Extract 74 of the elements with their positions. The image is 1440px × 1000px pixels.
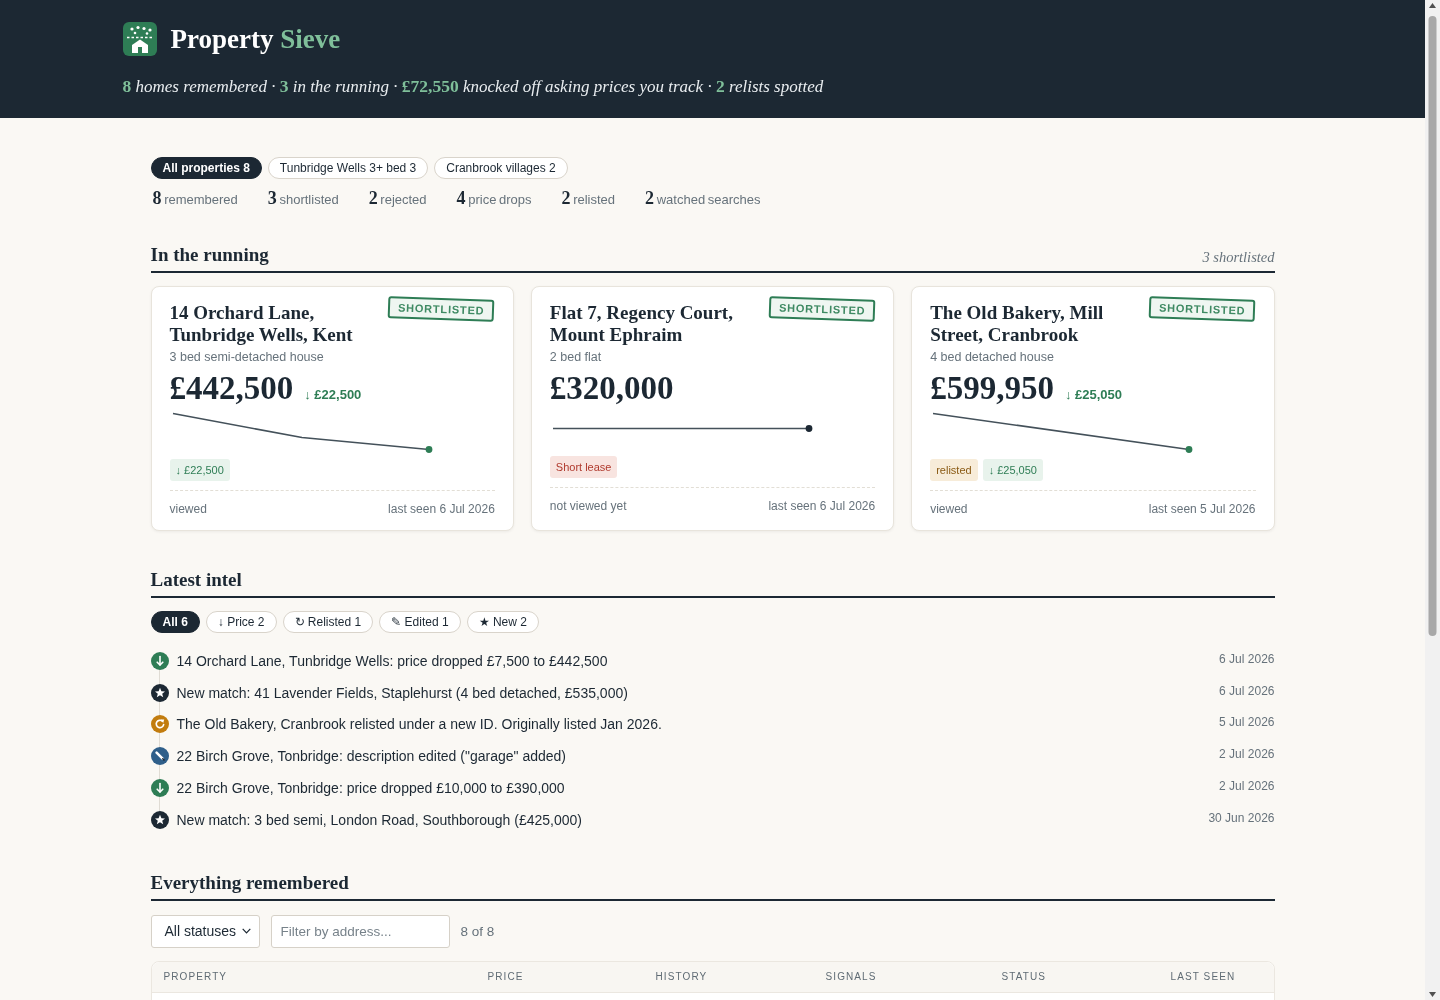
- property-card[interactable]: Flat 7, Regency Court, Mount Ephraim SHORTLISTED 2 bed flat £320,000 Short lease not viewed yet last seen 6 Jul 2026: [530, 286, 895, 531]
- section-title: Latest intel: [150, 569, 242, 591]
- intel-item-text: New match: 41 Lavender Fields, Staplehurst (4 bed detached, £535,000): [176, 684, 628, 701]
- column-header: SIGNALS: [825, 971, 878, 983]
- saved-view-tab[interactable]: Tunbridge Wells 3+ bed 3: [267, 157, 429, 179]
- column-header: PRICE: [487, 971, 525, 983]
- intel-item-text: The Old Bakery, Cranbrook relisted under a new ID. Originally listed Jan 2026.: [176, 716, 662, 733]
- price-text: £599,950: [930, 371, 1054, 405]
- relisted-label: relisted: [930, 459, 978, 481]
- stat-text: 2 watched searches: [645, 188, 761, 209]
- arrow-down-icon: [150, 651, 169, 670]
- saved-view-tab[interactable]: All properties 8: [150, 157, 262, 179]
- last-seen-text: last seen 6 Jul 2026: [768, 499, 876, 513]
- property-type: 2 bed flat: [549, 350, 603, 364]
- section-count: 3 shortlisted: [1202, 249, 1275, 266]
- price-drop-text: ↓ £25,050: [1064, 387, 1122, 402]
- intel-filter-tab[interactable]: All 6: [150, 611, 200, 633]
- app-title: Property Sieve: [170, 23, 341, 56]
- intel-date: 5 Jul 2026: [1219, 715, 1275, 730]
- property-card[interactable]: 14 Orchard Lane, Tunbridge Wells, Kent SHORTLISTED 3 bed semi-detached house £442,500 ↓ £22,500 ↓ £22,500 viewed last seen 6 Jul 2026: [150, 286, 514, 531]
- property-card[interactable]: The Old Bakery, Mill Street, Cranbrook SHORTLISTED 4 bed detached house £599,950 ↓ £25,050 relisted ↓ £25,050 viewed last seen 5 Jul 2026: [911, 286, 1275, 531]
- property-type: 4 bed detached house: [930, 350, 1055, 364]
- intel-date: 6 Jul 2026: [1219, 683, 1275, 698]
- chevron-down-icon: [241, 928, 251, 935]
- viewing-status: viewed: [930, 502, 968, 516]
- summary-text: 8 homes remembered · 3 in the running · £72,550 knocked off asking prices you track · 2 relists spotted: [122, 76, 825, 97]
- pencil-icon: [150, 747, 169, 766]
- result-count: 8 of 8: [460, 923, 495, 939]
- status-stamp: SHORTLISTED: [1148, 296, 1256, 322]
- column-header: STATUS: [1001, 971, 1048, 983]
- intel-item-text: New match: 3 bed semi, London Road, Southborough (£425,000): [176, 811, 582, 828]
- address-filter-field[interactable]: Filter by address...: [270, 914, 450, 948]
- card-title: The Old Bakery, Mill Street, Cranbrook: [930, 302, 1105, 346]
- status-select[interactable]: All statuses: [150, 914, 260, 948]
- section-title: Everything remembered: [150, 871, 349, 894]
- status-stamp: SHORTLISTED: [388, 296, 496, 322]
- warning-label: Short lease: [549, 456, 618, 478]
- intel-filter-tab[interactable]: ✎ Edited 1: [379, 611, 461, 633]
- stat-text: 2 rejected: [368, 188, 427, 209]
- stat-text: 2 relisted: [561, 188, 616, 209]
- price-drop-label: ↓ £22,500: [169, 459, 230, 481]
- intel-date: 6 Jul 2026: [1219, 651, 1275, 666]
- stat-text: 4 price drops: [456, 188, 532, 209]
- intel-date: 2 Jul 2026: [1219, 779, 1275, 794]
- card-title: 14 Orchard Lane, Tunbridge Wells, Kent: [169, 302, 354, 346]
- saved-view-tab[interactable]: Cranbrook villages 2: [434, 157, 568, 179]
- intel-date: 2 Jul 2026: [1219, 747, 1275, 762]
- logo-icon: [122, 22, 157, 56]
- price-text: £442,500: [169, 371, 294, 405]
- intel-date: 30 Jun 2026: [1208, 810, 1275, 825]
- arrow-down-icon: [150, 779, 169, 798]
- property-type: 3 bed semi-detached house: [169, 350, 325, 364]
- status-stamp: SHORTLISTED: [768, 296, 876, 322]
- viewing-status: not viewed yet: [549, 499, 627, 513]
- last-seen-text: last seen 5 Jul 2026: [1148, 502, 1256, 516]
- price-drop-text: ↓ £22,500: [304, 387, 362, 402]
- intel-item-text: 14 Orchard Lane, Tunbridge Wells: price dropped £7,500 to £442,500: [176, 652, 608, 669]
- price-text: £320,000: [549, 371, 674, 405]
- viewing-status: viewed: [169, 502, 207, 516]
- intel-filter-tab[interactable]: ↓ Price 2: [205, 611, 277, 633]
- scrollbar[interactable]: [1425, 0, 1440, 1000]
- intel-filter-tab[interactable]: ★ New 2: [466, 611, 539, 633]
- intel-item-text: 22 Birch Grove, Tonbridge: price dropped £10,000 to £390,000: [176, 780, 565, 797]
- intel-filter-tab[interactable]: ↻ Relisted 1: [282, 611, 374, 633]
- stat-text: 8 remembered: [152, 188, 238, 209]
- stat-text: 3 shortlisted: [267, 188, 339, 209]
- column-header: HISTORY: [655, 971, 709, 983]
- card-title: Flat 7, Regency Court, Mount Ephraim: [549, 302, 734, 346]
- column-header: PROPERTY: [163, 971, 229, 983]
- price-drop-label: ↓ £25,050: [982, 459, 1043, 481]
- intel-item-text: 22 Birch Grove, Tonbridge: description edited ("garage" added): [176, 748, 566, 765]
- last-seen-text: last seen 6 Jul 2026: [388, 502, 495, 516]
- column-header: LAST SEEN: [1170, 971, 1237, 983]
- section-title: In the running: [150, 244, 269, 266]
